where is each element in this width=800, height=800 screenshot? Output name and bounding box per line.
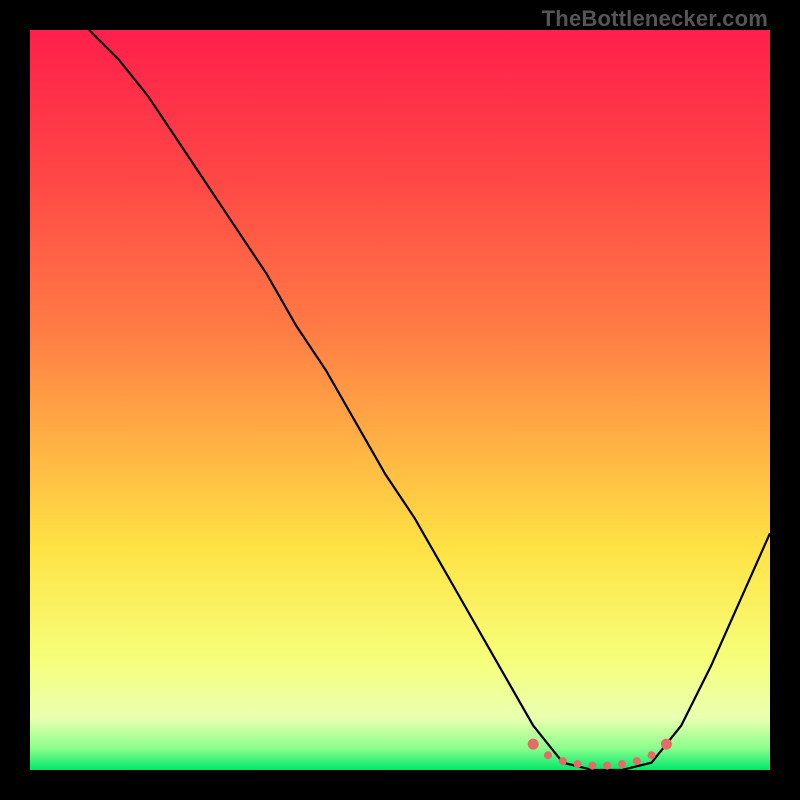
marker-dot <box>648 751 656 759</box>
marker-dot <box>559 757 567 765</box>
marker-dot <box>574 760 582 768</box>
chart-frame <box>30 30 770 770</box>
watermark-text: TheBottlenecker.com <box>542 6 768 32</box>
gradient-background <box>30 30 770 770</box>
marker-dot <box>588 762 596 770</box>
marker-dot <box>618 760 626 768</box>
marker-dot <box>544 751 552 759</box>
marker-dot <box>661 739 672 750</box>
marker-dot <box>633 757 641 765</box>
marker-dot <box>528 739 539 750</box>
marker-dot <box>603 762 611 770</box>
chart-svg <box>30 30 770 770</box>
